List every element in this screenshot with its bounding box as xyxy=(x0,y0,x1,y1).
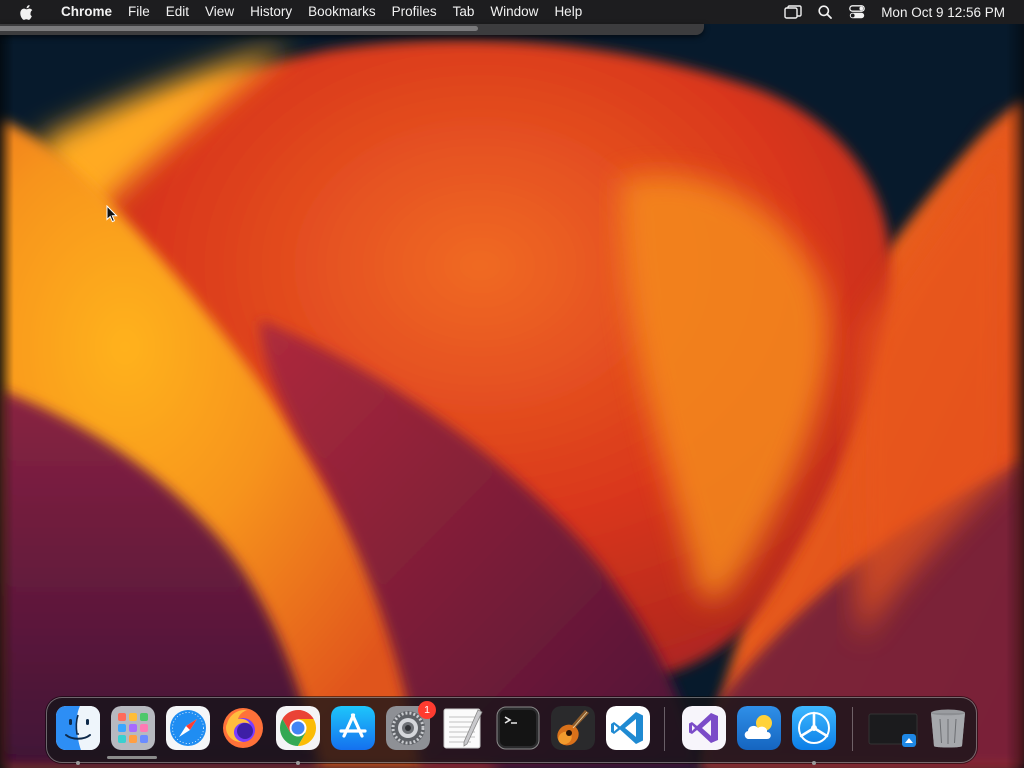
desktop-wallpaper xyxy=(0,0,1024,768)
menu-help[interactable]: Help xyxy=(546,0,590,24)
weather-icon xyxy=(737,706,781,750)
dock-item-minimized-window[interactable] xyxy=(868,706,918,750)
menu-bar-clock[interactable]: Mon Oct 9 12:56 PM xyxy=(881,5,1005,20)
visual-studio-icon xyxy=(682,706,726,750)
dock-item-finder[interactable] xyxy=(56,706,100,765)
finder-icon xyxy=(56,706,100,750)
dock-item-textedit[interactable] xyxy=(441,706,485,750)
menu-history[interactable]: History xyxy=(242,0,300,24)
dock-item-system-settings[interactable]: 1 xyxy=(386,701,436,750)
menu-profiles[interactable]: Profiles xyxy=(384,0,445,24)
instruments-icon xyxy=(792,706,836,750)
launchpad-icon xyxy=(111,706,155,750)
control-center-icon[interactable] xyxy=(846,0,868,24)
dock-item-instruments[interactable] xyxy=(792,706,836,765)
menu-app-name[interactable]: Chrome xyxy=(53,0,120,24)
minimized-window-icon xyxy=(868,706,918,750)
dock-item-terminal[interactable] xyxy=(496,706,540,750)
menu-tab[interactable]: Tab xyxy=(445,0,483,24)
screen-mirroring-icon[interactable] xyxy=(782,0,804,24)
screen-edge-shadow xyxy=(1006,24,1024,768)
window-scroll-track xyxy=(0,26,478,31)
menu-file[interactable]: File xyxy=(120,0,158,24)
dock-item-garageband[interactable] xyxy=(551,706,595,750)
trash-icon xyxy=(926,706,970,750)
running-indicator xyxy=(76,761,80,765)
spotlight-search-icon[interactable] xyxy=(814,0,836,24)
app-store-icon xyxy=(331,706,375,750)
dock-item-safari[interactable] xyxy=(166,706,210,750)
terminal-icon xyxy=(496,706,540,750)
running-indicator xyxy=(296,761,300,765)
menu-bar: Chrome File Edit View History Bookmarks … xyxy=(0,0,1024,24)
vscode-icon xyxy=(606,706,650,750)
menu-view[interactable]: View xyxy=(197,0,242,24)
dock-divider xyxy=(664,707,665,751)
dock-item-launchpad[interactable] xyxy=(111,706,155,750)
menu-window[interactable]: Window xyxy=(482,0,546,24)
dock-item-trash[interactable] xyxy=(926,706,970,750)
mouse-pointer-icon xyxy=(106,204,118,223)
textedit-icon xyxy=(441,706,485,750)
chrome-window-edge[interactable] xyxy=(0,24,704,35)
firefox-icon xyxy=(221,706,265,750)
dock-item-visual-studio[interactable] xyxy=(682,706,726,750)
dock-item-weather[interactable] xyxy=(737,706,781,750)
dock-item-firefox[interactable] xyxy=(221,706,265,750)
menu-bookmarks[interactable]: Bookmarks xyxy=(300,0,384,24)
dock-item-app-store[interactable] xyxy=(331,706,375,750)
dock: 1 xyxy=(46,697,977,765)
notification-badge: 1 xyxy=(418,701,436,719)
dock-item-chrome[interactable] xyxy=(276,706,320,765)
garageband-icon xyxy=(551,706,595,750)
menu-edit[interactable]: Edit xyxy=(158,0,197,24)
dock-divider xyxy=(852,707,853,751)
apple-logo-icon[interactable] xyxy=(16,0,36,24)
dock-item-vscode[interactable] xyxy=(606,706,650,750)
chrome-icon xyxy=(276,706,320,750)
screen-edge-shadow xyxy=(0,24,14,768)
running-indicator xyxy=(812,761,816,765)
launchpad-indicator xyxy=(107,756,157,759)
safari-icon xyxy=(166,706,210,750)
